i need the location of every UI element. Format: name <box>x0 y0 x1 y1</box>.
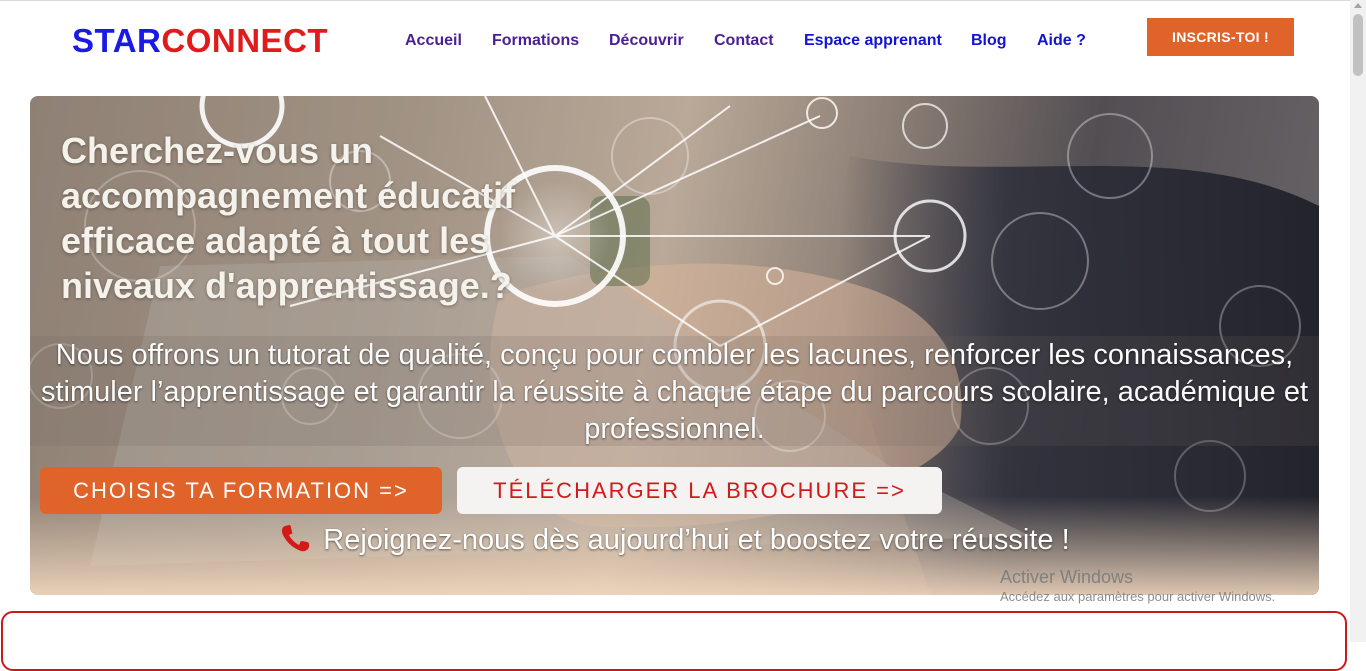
next-section-card <box>1 611 1347 671</box>
nav-espace-apprenant[interactable]: Espace apprenant <box>804 31 942 51</box>
download-brochure-button[interactable]: TÉLÉCHARGER LA BROCHURE => <box>457 467 942 514</box>
logo-connect: CONNECT <box>161 22 329 59</box>
watermark-subtitle: Accédez aux paramètres pour activer Wind… <box>1000 589 1276 604</box>
nav-formations[interactable]: Formations <box>492 31 579 51</box>
nav-contact[interactable]: Contact <box>714 31 774 51</box>
windows-activation-watermark: Activer Windows Accédez aux paramètres p… <box>1000 566 1275 606</box>
nav-accueil[interactable]: Accueil <box>405 31 462 51</box>
join-text: Rejoignez-nous dès aujourd’hui et booste… <box>323 524 1070 556</box>
scrollbar-thumb[interactable] <box>1353 14 1363 76</box>
watermark-title: Activer Windows <box>1000 567 1134 587</box>
signup-button[interactable]: INSCRIS-TOI ! <box>1147 18 1294 56</box>
nav-decouvrir[interactable]: Découvrir <box>609 31 684 51</box>
scroll-up-arrow-icon[interactable] <box>1354 3 1362 8</box>
nav-aide[interactable]: Aide ? <box>1037 31 1086 51</box>
logo[interactable]: STARCONNECT <box>72 21 328 61</box>
choose-training-button[interactable]: CHOISIS TA FORMATION => <box>40 467 442 514</box>
nav-blog[interactable]: Blog <box>971 31 1007 51</box>
logo-star: STAR <box>72 22 162 59</box>
hero-title: Cherchez-vous un accompagnement éducatif… <box>61 130 516 306</box>
hero-subtitle: Nous offrons un tutorat de qualité, conç… <box>40 339 1309 445</box>
site-header: STARCONNECT Accueil Formations Découvrir… <box>0 0 1350 81</box>
page-scrollbar[interactable] <box>1350 0 1366 642</box>
hero-join-line: Rejoignez-nous dès aujourd’hui et booste… <box>30 520 1319 560</box>
phone-icon <box>282 525 310 552</box>
hero-banner: Cherchez-vous un accompagnement éducatif… <box>30 96 1319 595</box>
